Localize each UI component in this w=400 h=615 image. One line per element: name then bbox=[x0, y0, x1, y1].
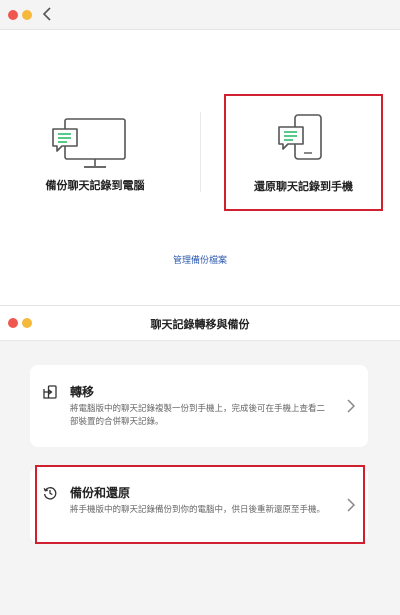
close-button[interactable] bbox=[8, 10, 18, 20]
highlight-outline bbox=[35, 465, 365, 544]
titlebar: 聊天記錄轉移與備份 bbox=[0, 305, 400, 341]
transfer-backup-window: 聊天記錄轉移與備份 轉移 將電腦版中的聊天記錄複製一份到手機上，完成後可在手機上… bbox=[0, 305, 400, 615]
window-title: 聊天記錄轉移與備份 bbox=[150, 318, 250, 331]
phone-chat-icon bbox=[278, 114, 322, 160]
restore-to-phone-option[interactable]: 還原聊天記錄到手機 bbox=[224, 94, 383, 211]
divider bbox=[200, 112, 201, 192]
restore-to-phone-label: 還原聊天記錄到手機 bbox=[254, 180, 353, 193]
monitor-chat-icon bbox=[52, 118, 126, 168]
back-button[interactable] bbox=[38, 4, 56, 24]
chevron-left-icon bbox=[42, 7, 51, 21]
minimize-button[interactable] bbox=[22, 10, 32, 20]
chevron-right-icon bbox=[347, 399, 356, 413]
backup-to-computer-option[interactable]: 備份聊天記錄到電腦 bbox=[20, 105, 170, 205]
restore-window: 備份聊天記錄到電腦 還原聊天記錄到手機 管理備份檔案 bbox=[0, 0, 400, 305]
manage-backups-link[interactable]: 管理備份檔案 bbox=[0, 253, 400, 266]
card-description: 將電腦版中的聊天記錄複製一份到手機上，完成後可在手機上查看二部裝置的合併聊天記錄… bbox=[70, 404, 326, 427]
titlebar bbox=[0, 0, 400, 30]
transfer-icon bbox=[43, 385, 57, 399]
card-title: 轉移 bbox=[70, 385, 95, 399]
backup-to-computer-label: 備份聊天記錄到電腦 bbox=[45, 179, 145, 192]
transfer-card[interactable]: 轉移 將電腦版中的聊天記錄複製一份到手機上，完成後可在手機上查看二部裝置的合併聊… bbox=[30, 365, 368, 447]
